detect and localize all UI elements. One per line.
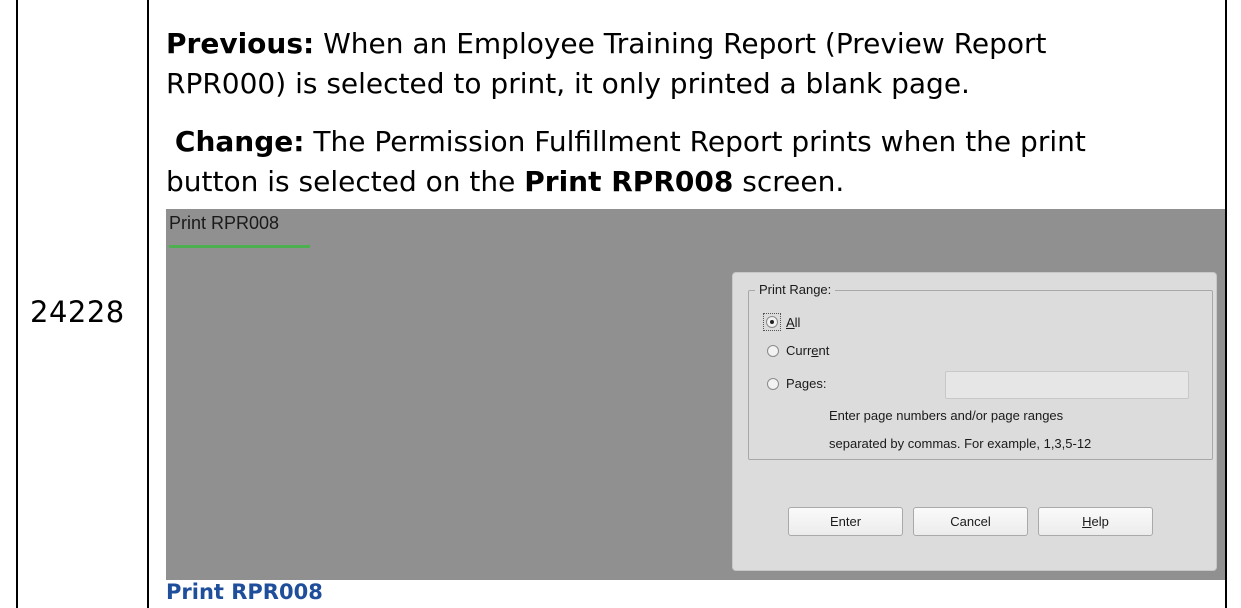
print-dialog: Print Range: All Current Pages: Enter pa… bbox=[732, 272, 1217, 571]
previous-paragraph: Previous: When an Employee Training Repo… bbox=[166, 24, 1047, 104]
figure-caption: Print RPR008 bbox=[166, 580, 323, 604]
previous-text-line-2: RPR000) is selected to print, it only pr… bbox=[166, 67, 970, 100]
previous-text: When an Employee Training Report (Previe… bbox=[314, 27, 1047, 60]
print-screen-screenshot: Print RPR008 Print Range: All Current Pa… bbox=[166, 209, 1225, 580]
pages-input[interactable] bbox=[945, 371, 1189, 399]
change-label: Change: bbox=[174, 125, 305, 158]
pages-hint-line-1: Enter page numbers and/or page ranges bbox=[829, 408, 1064, 423]
radio-icon bbox=[767, 377, 779, 390]
enter-button[interactable]: Enter bbox=[788, 507, 903, 536]
radio-selected-icon bbox=[766, 316, 778, 328]
change-text-line-2-end: screen. bbox=[733, 165, 845, 198]
radio-pages[interactable]: Pages: bbox=[767, 376, 826, 391]
change-text: The Permission Fulfillment Report prints… bbox=[304, 125, 1086, 158]
table-right-border bbox=[1225, 0, 1227, 608]
radio-current[interactable]: Current bbox=[767, 343, 829, 358]
focus-ring bbox=[763, 313, 781, 331]
radio-current-label: Current bbox=[786, 343, 830, 358]
previous-label: Previous: bbox=[166, 27, 315, 60]
radio-icon bbox=[767, 344, 779, 357]
print-range-group: Print Range: All Current Pages: Enter pa… bbox=[748, 282, 1213, 460]
print-range-label: Print Range: bbox=[755, 282, 836, 297]
radio-all-label: All bbox=[786, 314, 801, 330]
page-title: Print RPR008 bbox=[169, 213, 280, 233]
screen-name-bold: Print RPR008 bbox=[524, 165, 734, 198]
cancel-button[interactable]: Cancel bbox=[913, 507, 1028, 536]
column-divider bbox=[147, 0, 149, 608]
change-paragraph: Change: The Permission Fulfillment Repor… bbox=[166, 122, 1086, 202]
radio-pages-label: Pages: bbox=[786, 376, 827, 391]
help-button[interactable]: Help bbox=[1038, 507, 1153, 536]
pages-hint-line-2: separated by commas. For example, 1,3,5-… bbox=[829, 436, 1092, 451]
title-underline bbox=[169, 245, 310, 248]
radio-all[interactable]: All bbox=[763, 313, 801, 331]
issue-id: 24228 bbox=[30, 295, 125, 329]
change-text-line-2: button is selected on the bbox=[166, 165, 525, 198]
